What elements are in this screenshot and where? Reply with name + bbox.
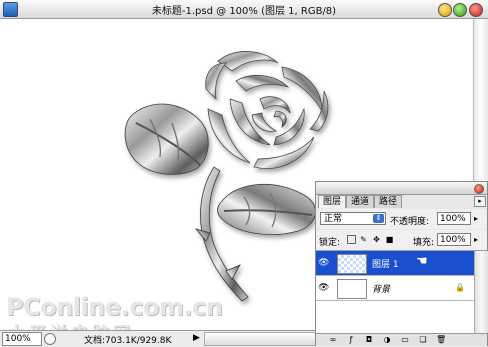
status-menu-arrow-icon[interactable]: ▶ <box>193 333 200 343</box>
close-button[interactable] <box>469 3 483 17</box>
watermark-text: PConline.com.cn <box>6 293 223 321</box>
layer-name: 图层 1 <box>372 260 399 270</box>
rose-petal <box>235 74 290 92</box>
panel-close-button[interactable] <box>474 184 484 194</box>
rose-petal <box>251 112 278 132</box>
rose-petal <box>281 66 323 113</box>
document-size-info: 文档:703.1K/929.8K <box>84 336 172 346</box>
lock-all-icon[interactable]: ■ <box>385 235 394 244</box>
panel-tabs: 图层 通道 路径 ▸ <box>318 195 487 208</box>
blend-mode-value: 正常 <box>324 214 343 224</box>
opacity-slider-arrow-icon[interactable]: ▸ <box>474 214 478 223</box>
layer-name: 背景 <box>372 285 391 295</box>
title-bar[interactable]: 未标题-1.psd @ 100% (图层 1, RGB/8) <box>0 0 488 19</box>
zoom-field[interactable]: 100% <box>2 332 42 346</box>
rose-petal <box>205 62 227 101</box>
minimize-button[interactable] <box>438 3 452 17</box>
layers-scrollbar[interactable] <box>474 251 488 333</box>
document-window: 未标题-1.psd @ 100% (图层 1, RGB/8) PConline.… <box>0 0 488 347</box>
panel-bottom-toolbar: ∞ ƒ ◘ ◑ ▭ ❏ 🗑 <box>316 333 487 346</box>
tab-layers[interactable]: 图层 <box>318 195 347 208</box>
panel-title-bar[interactable] <box>316 182 487 195</box>
layer-thumbnail <box>337 279 367 299</box>
tab-paths[interactable]: 路径 <box>374 195 403 208</box>
link-layers-icon[interactable]: ∞ <box>328 335 338 344</box>
window-title: 未标题-1.psd @ 100% (图层 1, RGB/8) <box>151 6 337 17</box>
layers-panel: 图层 通道 路径 ▸ 正常 ⇕ 不透明度: 100% ▸ 锁定: ✎ ✥ ■ 填… <box>315 181 488 346</box>
zoom-icon[interactable] <box>44 333 56 345</box>
rose-petal <box>259 96 291 114</box>
horizontal-scrollbar[interactable] <box>204 332 316 346</box>
eye-visibility-icon[interactable]: 👁 <box>318 283 329 293</box>
opacity-field[interactable]: 100% <box>437 212 471 225</box>
maximize-button[interactable] <box>453 3 467 17</box>
rose-petal <box>217 51 279 72</box>
delete-layer-icon[interactable]: 🗑 <box>436 335 446 344</box>
eye-visibility-icon[interactable]: 👁 <box>318 258 329 268</box>
fill-label: 填充: <box>413 238 435 248</box>
dropdown-arrow-icon: ⇕ <box>373 214 384 223</box>
lock-fill-row: 锁定: ✎ ✥ ■ 填充: 100% ▸ <box>316 230 487 251</box>
lock-transparency-icon[interactable] <box>347 235 356 244</box>
fill-field[interactable]: 100% <box>437 233 471 246</box>
blend-opacity-row: 正常 ⇕ 不透明度: 100% ▸ <box>316 209 487 229</box>
layer-style-icon[interactable]: ƒ <box>346 335 356 344</box>
adjustment-layer-icon[interactable]: ◑ <box>382 335 392 344</box>
opacity-label: 不透明度: <box>390 217 430 227</box>
layer-thumbnail <box>337 254 367 274</box>
layers-list: 👁 图层 1 ☚ 👁 背景 🔒 <box>316 251 488 333</box>
layer-row-1[interactable]: 👁 图层 1 ☚ <box>316 251 474 276</box>
lock-label: 锁定: <box>319 238 341 248</box>
hand-cursor-icon: ☚ <box>416 254 428 269</box>
lock-position-move-icon[interactable]: ✥ <box>372 235 381 244</box>
lock-icon: 🔒 <box>455 283 465 292</box>
watermark-text-cn: 太平洋电脑网 <box>8 319 134 330</box>
tab-channels[interactable]: 通道 <box>346 195 375 208</box>
rose-center <box>273 110 287 128</box>
right-leaf <box>217 184 316 235</box>
layer-row-background[interactable]: 👁 背景 🔒 <box>316 276 474 301</box>
panel-menu-icon[interactable]: ▸ <box>474 196 486 207</box>
new-group-icon[interactable]: ▭ <box>400 335 410 344</box>
lock-image-brush-icon[interactable]: ✎ <box>359 235 368 244</box>
fill-slider-arrow-icon[interactable]: ▸ <box>474 235 478 244</box>
add-mask-icon[interactable]: ◘ <box>364 335 374 344</box>
new-layer-icon[interactable]: ❏ <box>418 335 428 344</box>
blend-mode-select[interactable]: 正常 ⇕ <box>320 212 386 225</box>
